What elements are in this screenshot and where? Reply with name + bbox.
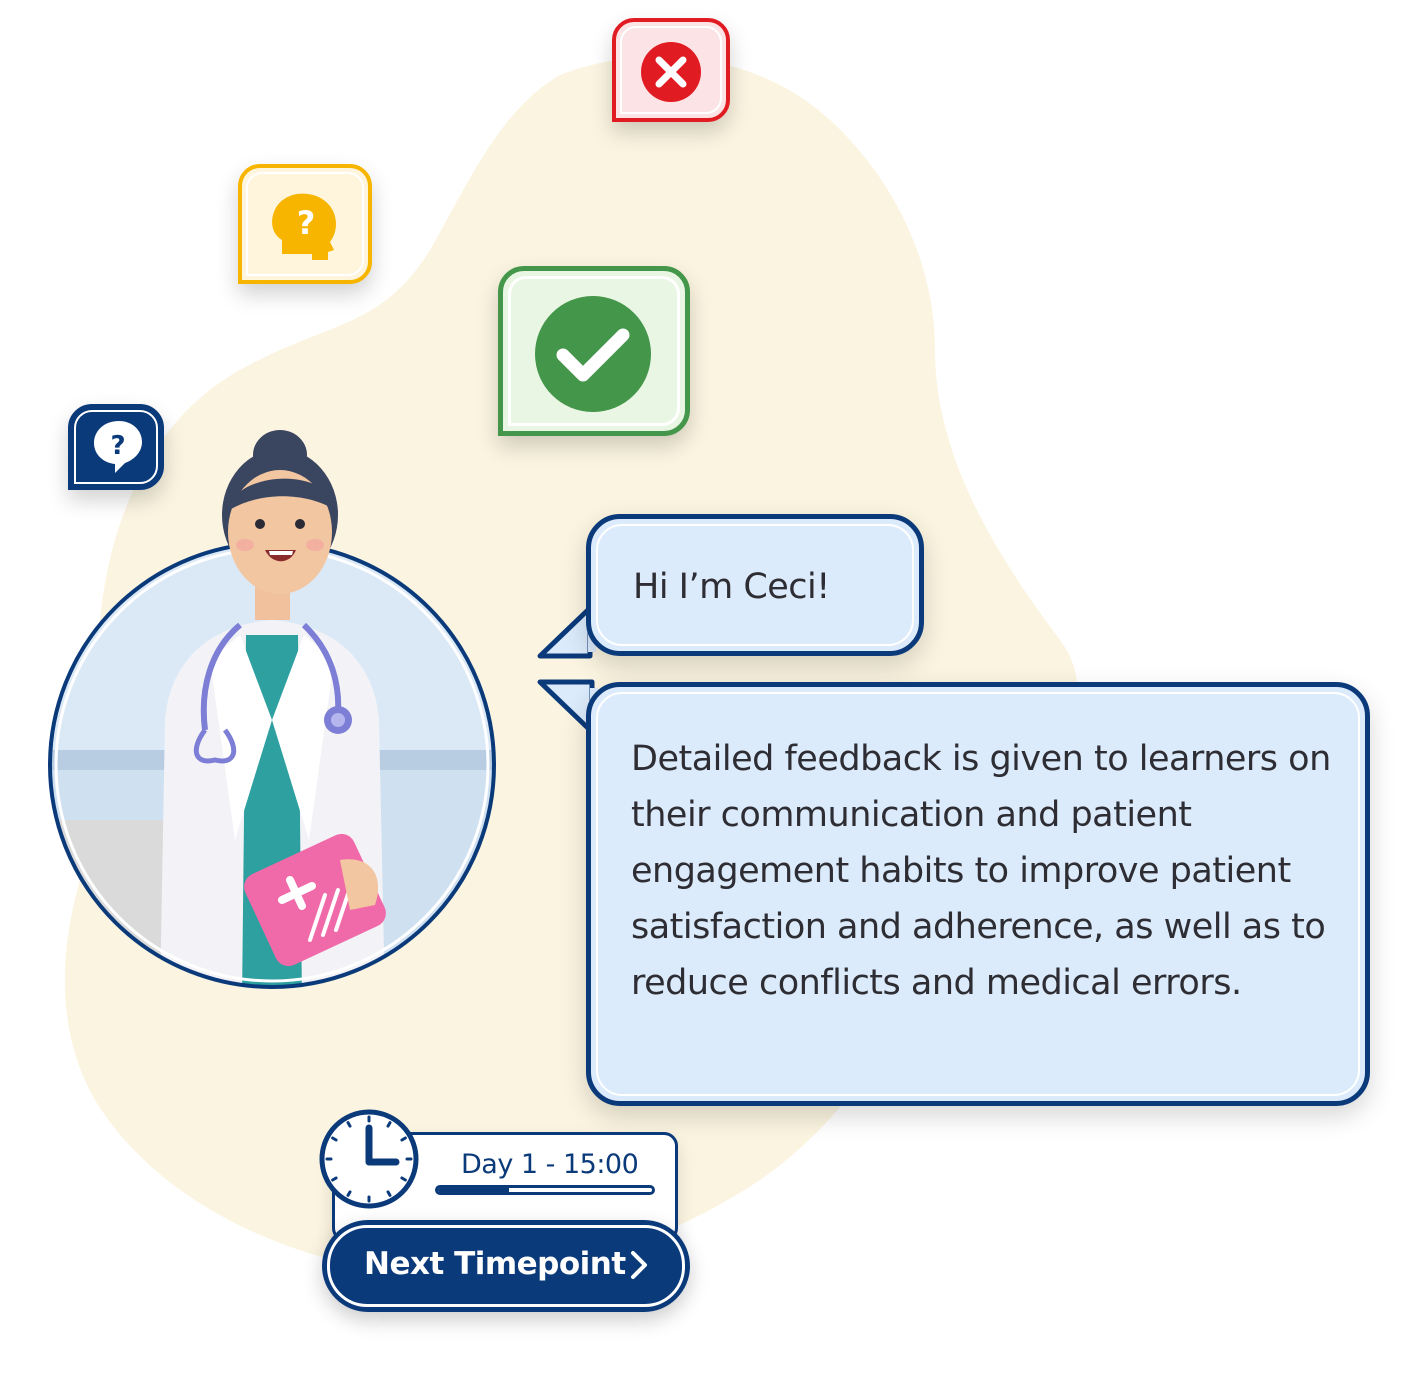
greeting-bubble: Hi I’m Ceci! (586, 514, 924, 656)
next-timepoint-button[interactable]: Next Timepoint (322, 1220, 690, 1312)
clock-tick (386, 1121, 392, 1128)
unsure-answer-badge: ? (238, 164, 372, 284)
clock-tick (400, 1176, 407, 1182)
chevron-right-icon (631, 1251, 647, 1279)
timepoint-progress-fill (438, 1188, 509, 1192)
clock-tick (331, 1136, 338, 1142)
feedback-message: Detailed feedback is given to learners o… (631, 739, 1331, 1003)
clock-icon (319, 1109, 419, 1209)
svg-text:?: ? (297, 204, 316, 242)
clock-tick (386, 1190, 392, 1197)
feedback-bubble: Detailed feedback is given to learners o… (586, 682, 1370, 1106)
timepoint-progress-bar (435, 1185, 655, 1195)
clock-tick (400, 1136, 407, 1142)
checkmark-icon (535, 296, 651, 412)
clock-tick (346, 1121, 352, 1128)
correct-answer-badge (498, 266, 690, 436)
head-question-icon: ? (272, 193, 336, 260)
greeting-text: Hi I’m Ceci! (633, 567, 830, 607)
clock-tick (346, 1190, 352, 1197)
close-icon (641, 42, 701, 102)
timepoint-label: Day 1 - 15:00 (461, 1149, 639, 1180)
next-timepoint-label: Next Timepoint (364, 1246, 626, 1282)
wrong-answer-badge (612, 18, 730, 122)
clock-tick (331, 1176, 338, 1182)
doctor-avatar (48, 430, 496, 989)
